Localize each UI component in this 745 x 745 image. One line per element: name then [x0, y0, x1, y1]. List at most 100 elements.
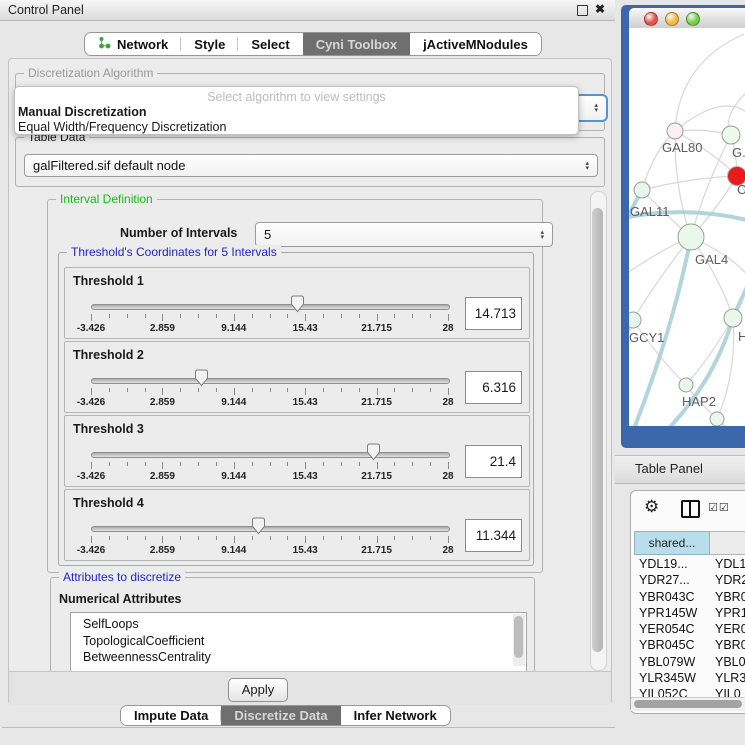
slider-thumb[interactable] — [366, 443, 381, 461]
network-window-frame[interactable]: GAL80G.CGAL11GAL4GCY1HHAP2 — [621, 5, 745, 448]
close-icon[interactable]: ✖ — [595, 2, 605, 16]
cell-name[interactable]: YBR0 — [715, 590, 745, 604]
network-node[interactable] — [724, 309, 742, 327]
network-canvas[interactable]: GAL80G.CGAL11GAL4GCY1HHAP2 — [629, 28, 745, 426]
cell-shared-name[interactable]: YPR145W — [639, 606, 697, 620]
cell-name[interactable]: YBL0 — [715, 655, 745, 669]
slider-thumb[interactable] — [194, 369, 209, 387]
slider-tick — [448, 388, 449, 395]
threshold-value-field[interactable]: 21.4 — [465, 445, 522, 478]
network-edge[interactable] — [675, 34, 744, 131]
slider-tick-label: -3.426 — [77, 323, 105, 334]
network-node[interactable] — [678, 224, 704, 250]
network-node[interactable] — [710, 412, 724, 426]
slider-tick — [180, 536, 181, 540]
slider-tick — [234, 314, 235, 321]
slider-thumb[interactable] — [251, 517, 266, 535]
number-of-intervals-value: 5 — [264, 227, 271, 242]
settings-scrollbar-thumb[interactable] — [592, 208, 603, 652]
column-selector-icon[interactable] — [681, 500, 700, 518]
tab-cyni-toolbox[interactable]: Cyni Toolbox — [303, 33, 410, 55]
column-header-shared-name[interactable]: shared... — [634, 531, 710, 555]
algorithm-option[interactable]: Equal Width/Frequency Discretization — [18, 120, 226, 134]
table-row[interactable]: YPR145W YPR1 — [631, 606, 745, 622]
stepper-arrows-icon: ▴▾ — [540, 223, 544, 246]
close-traffic-light[interactable] — [644, 12, 658, 26]
table-row[interactable]: YER054C YER0 — [631, 622, 745, 638]
cell-shared-name[interactable]: YBR045C — [639, 638, 695, 652]
slider-tick — [216, 314, 217, 318]
cell-name[interactable]: YDL1 — [715, 557, 745, 571]
network-node[interactable] — [667, 123, 683, 139]
network-node[interactable] — [634, 182, 650, 198]
settings-vertical-scrollbar[interactable] — [590, 191, 607, 671]
tab-jactivemnodules[interactable]: jActiveMNodules — [410, 33, 541, 55]
float-window-icon[interactable] — [577, 5, 588, 16]
table-row[interactable]: YDR27... YDR2 — [631, 573, 745, 589]
column-header-name[interactable]: n — [710, 531, 745, 555]
attribute-list-item[interactable]: BetweennessCentrality — [71, 649, 526, 666]
slider-track[interactable] — [91, 452, 450, 458]
minimize-traffic-light[interactable] — [665, 12, 679, 26]
attribute-list-item[interactable]: TopologicalCoefficient — [71, 633, 526, 650]
cell-name[interactable]: YPR1 — [715, 606, 745, 620]
row-checkboxes-icon[interactable]: ☑☑ — [708, 501, 730, 514]
numerical-attributes-list[interactable]: SelfLoopsTopologicalCoefficientBetweenne… — [70, 612, 527, 671]
slider-thumb[interactable] — [290, 295, 305, 313]
cell-name[interactable]: YBR0 — [715, 638, 745, 652]
cell-shared-name[interactable]: YDL19... — [639, 557, 688, 571]
algorithm-option[interactable]: Manual Discretization — [18, 105, 147, 119]
cell-shared-name[interactable]: YBL079W — [639, 655, 695, 669]
number-of-intervals-combo[interactable]: 5 ▴▾ — [255, 222, 553, 247]
network-window-titlebar[interactable] — [629, 8, 745, 29]
table-row[interactable]: YBR045C YBR0 — [631, 638, 745, 654]
slider-tick — [430, 388, 431, 392]
table-horizontal-scrollbar[interactable] — [631, 697, 745, 711]
cell-name[interactable]: YER0 — [715, 622, 745, 636]
control-panel-title: Control Panel — [8, 3, 84, 17]
tab-select[interactable]: Select — [238, 33, 302, 55]
list-scrollbar-thumb[interactable] — [514, 616, 523, 658]
table-row[interactable]: YBL079W YBL0 — [631, 655, 745, 671]
attribute-list-item[interactable]: SelfLoops — [71, 616, 526, 633]
tab-style[interactable]: Style — [181, 33, 238, 55]
slider-tick — [305, 314, 306, 321]
slider-tick — [252, 314, 253, 318]
cell-name[interactable]: YDR2 — [715, 573, 745, 587]
cell-shared-name[interactable]: YBR043C — [639, 590, 695, 604]
cell-shared-name[interactable]: YLR345W — [639, 671, 696, 685]
threshold-value-field[interactable]: 14.713 — [465, 297, 522, 330]
threshold-value-field[interactable]: 11.344 — [465, 519, 522, 552]
stepper-arrows-icon: ▴▾ — [594, 96, 598, 120]
threshold-value-field[interactable]: 6.316 — [465, 371, 522, 404]
table-settings-gear-icon[interactable]: ⚙ — [644, 497, 659, 517]
table-row[interactable]: YDL19... YDL1 — [631, 557, 745, 573]
table-row[interactable]: YBR043C YBR0 — [631, 590, 745, 606]
tab-discretize-data[interactable]: Discretize Data — [221, 706, 340, 725]
table-data-combo[interactable]: galFiltered.sif default node ▴▾ — [24, 154, 598, 177]
slider-tick — [412, 536, 413, 540]
network-edge[interactable] — [691, 237, 733, 318]
slider-tick-label: -3.426 — [77, 397, 105, 408]
tab-infer-network[interactable]: Infer Network — [341, 706, 450, 725]
tab-network[interactable]: Network — [85, 33, 181, 55]
network-node[interactable] — [722, 126, 740, 144]
tab-impute-data[interactable]: Impute Data — [121, 706, 221, 725]
network-node[interactable] — [629, 312, 641, 328]
slider-track[interactable] — [91, 378, 450, 384]
cell-shared-name[interactable]: YDR27... — [639, 573, 690, 587]
slider-tick-label: 21.715 — [361, 471, 392, 482]
slider-track[interactable] — [91, 304, 450, 310]
slider-track[interactable] — [91, 526, 450, 532]
network-edge[interactable] — [717, 318, 734, 419]
cell-shared-name[interactable]: YER054C — [639, 622, 695, 636]
network-edge[interactable] — [642, 176, 737, 190]
table-row[interactable]: YLR345W YLR3 — [631, 671, 745, 687]
table-hscrollbar-thumb[interactable] — [634, 700, 742, 708]
zoom-traffic-light[interactable] — [686, 12, 700, 26]
apply-button[interactable]: Apply — [228, 678, 288, 702]
list-scrollbar[interactable] — [513, 614, 525, 666]
cell-name[interactable]: YLR3 — [715, 671, 745, 685]
slider-tick — [270, 388, 271, 392]
network-node[interactable] — [679, 378, 693, 392]
